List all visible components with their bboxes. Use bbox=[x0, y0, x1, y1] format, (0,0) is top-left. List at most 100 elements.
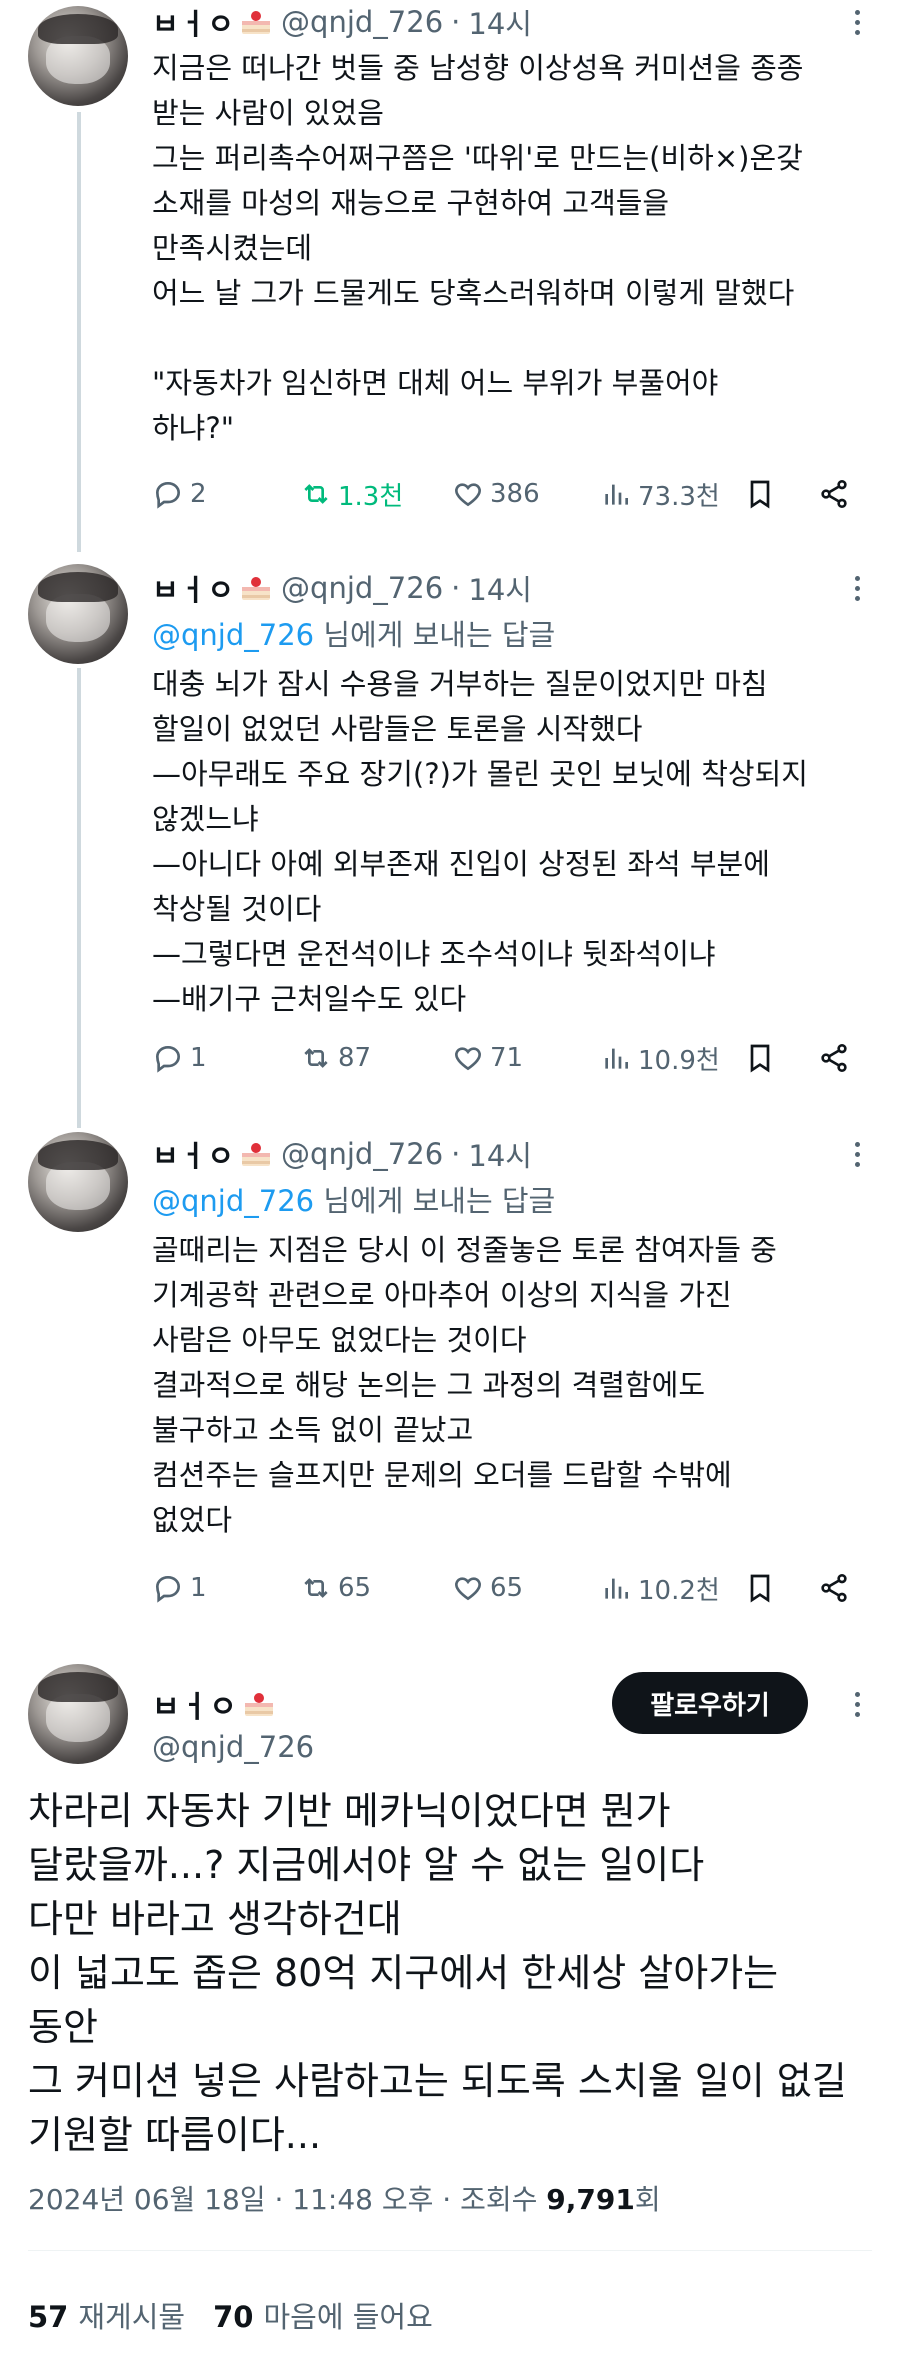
like-count: 65 bbox=[490, 1573, 524, 1603]
share-button[interactable] bbox=[818, 1564, 856, 1612]
tweet-time[interactable]: 14시 bbox=[468, 1, 532, 43]
reposts-stat[interactable]: 57 재게시물 bbox=[28, 2294, 185, 2336]
tweet-3[interactable]: ㅂㅓㅇ @qnjd_726 · 14시 @qnjd_726 님에게 보내는 답글… bbox=[0, 1130, 900, 1650]
share-button[interactable] bbox=[818, 470, 856, 518]
view-count-value: 9,791 bbox=[546, 2183, 635, 2216]
reply-count: 1 bbox=[190, 1573, 207, 1603]
divider bbox=[28, 2250, 872, 2251]
retweet-icon bbox=[304, 1048, 328, 1068]
display-name[interactable]: ㅂㅓㅇ bbox=[152, 1133, 235, 1175]
likes-label: 마음에 들어요 bbox=[263, 2300, 433, 2334]
view-count-suffix: 회 bbox=[634, 2183, 661, 2216]
views-button[interactable]: 73.3천 bbox=[600, 470, 720, 518]
reply-count: 2 bbox=[190, 479, 207, 509]
user-handle[interactable]: @qnjd_726 bbox=[281, 5, 443, 39]
like-count: 386 bbox=[490, 479, 540, 509]
user-handle[interactable]: @qnjd_726 bbox=[281, 1137, 443, 1171]
tweet-time[interactable]: 14시 bbox=[468, 1133, 532, 1175]
reply-button[interactable]: 1 bbox=[152, 1034, 207, 1082]
tweet-2[interactable]: ㅂㅓㅇ @qnjd_726 · 14시 @qnjd_726 님에게 보내는 답글… bbox=[0, 560, 900, 1100]
tweet-meta: 2024년 06월 18일 · 11:48 오후 · 조회수 9,791회 bbox=[28, 2178, 661, 2218]
reply-count: 1 bbox=[190, 1043, 207, 1073]
likes-stat[interactable]: 70 마음에 들어요 bbox=[213, 2294, 433, 2336]
reply-button[interactable]: 2 bbox=[152, 470, 207, 518]
reply-button[interactable]: 1 bbox=[152, 1564, 207, 1612]
main-tweet-text: 차라리 자동차 기반 메카닉이었다면 뭔가 달랐을까...? 지금에서야 알 수… bbox=[28, 1789, 847, 2157]
tweet-actions: 1 65 65 10.2천 bbox=[152, 1564, 857, 1612]
bookmark-icon bbox=[750, 1574, 770, 1603]
likes-count: 70 bbox=[213, 2300, 254, 2334]
retweet-icon bbox=[304, 484, 328, 504]
reply-mention-link[interactable]: @qnjd_726 bbox=[152, 618, 314, 652]
more-options-icon[interactable] bbox=[842, 2, 872, 42]
tweet-header: ㅂㅓㅇ @qnjd_726 · 14시 bbox=[152, 568, 532, 608]
more-options-icon[interactable] bbox=[842, 568, 872, 608]
tweet-1[interactable]: ㅂㅓㅇ @qnjd_726 · 14시 지금은 떠나간 벗들 중 남성향 이상성… bbox=[0, 0, 900, 540]
reply-mention-link[interactable]: @qnjd_726 bbox=[152, 1184, 314, 1218]
view-count: 73.3천 bbox=[638, 481, 720, 512]
bookmark-button[interactable] bbox=[744, 470, 782, 518]
retweet-icon bbox=[304, 1578, 328, 1598]
retweet-button[interactable]: 87 bbox=[300, 1034, 371, 1082]
reply-icon bbox=[155, 1045, 181, 1073]
share-icon bbox=[821, 480, 847, 508]
views-button[interactable]: 10.9천 bbox=[600, 1034, 720, 1082]
cake-emoji-icon bbox=[242, 1143, 271, 1166]
views-chart-icon bbox=[605, 1578, 628, 1599]
tweet-text: 대충 뇌가 잠시 수용을 거부하는 질문이었지만 마침 할일이 없었던 사람들은… bbox=[152, 667, 808, 1016]
like-button[interactable]: 71 bbox=[452, 1034, 523, 1082]
reply-context: @qnjd_726 님에게 보내는 답글 bbox=[152, 1178, 555, 1220]
more-options-icon[interactable] bbox=[842, 1134, 872, 1174]
tweet-time[interactable]: 14시 bbox=[468, 567, 532, 609]
reposts-label: 재게시물 bbox=[78, 2300, 186, 2334]
tweet-header: ㅂㅓㅇ @qnjd_726 · 14시 bbox=[152, 2, 532, 42]
tweet-actions: 1 87 71 10.9천 bbox=[152, 1034, 857, 1082]
reply-context: @qnjd_726 님에게 보내는 답글 bbox=[152, 612, 555, 654]
separator-dot: · bbox=[451, 1137, 461, 1171]
heart-icon bbox=[455, 1577, 481, 1601]
main-display-name-row: ㅂㅓㅇ bbox=[152, 1682, 276, 1726]
user-handle[interactable]: @qnjd_726 bbox=[281, 571, 443, 605]
user-handle[interactable]: @qnjd_726 bbox=[152, 1730, 314, 1764]
display-name[interactable]: ㅂㅓㅇ bbox=[152, 567, 235, 609]
cake-emoji-icon bbox=[242, 11, 271, 34]
bookmark-icon bbox=[750, 1044, 770, 1073]
views-button[interactable]: 10.2천 bbox=[600, 1564, 720, 1612]
retweet-button[interactable]: 1.3천 bbox=[300, 470, 403, 518]
separator-dot: · bbox=[451, 571, 461, 605]
tweet-header: ㅂㅓㅇ @qnjd_726 · 14시 bbox=[152, 1134, 532, 1174]
display-name[interactable]: ㅂㅓㅇ bbox=[152, 1682, 238, 1726]
tweet-text: 골때리는 지점은 당시 이 정줄놓은 토론 참여자들 중 기계공학 관련으로 아… bbox=[152, 1233, 777, 1537]
retweet-count: 65 bbox=[338, 1573, 372, 1603]
avatar[interactable] bbox=[28, 1132, 128, 1232]
share-icon bbox=[821, 1574, 847, 1602]
bookmark-button[interactable] bbox=[744, 1034, 782, 1082]
reply-context-label: 님에게 보내는 답글 bbox=[314, 618, 556, 652]
view-count: 10.9천 bbox=[638, 1045, 720, 1076]
display-name[interactable]: ㅂㅓㅇ bbox=[152, 1, 235, 43]
cake-emoji-icon bbox=[242, 577, 271, 600]
avatar[interactable] bbox=[28, 1664, 128, 1764]
share-button[interactable] bbox=[818, 1034, 856, 1082]
retweet-button[interactable]: 65 bbox=[300, 1564, 371, 1612]
cake-emoji-icon bbox=[244, 1693, 273, 1716]
more-options-icon[interactable] bbox=[842, 1684, 872, 1724]
bookmark-icon bbox=[750, 480, 770, 509]
follow-button[interactable]: 팔로우하기 bbox=[612, 1672, 808, 1734]
engagement-stats: 57 재게시물 70 마음에 들어요 bbox=[28, 2294, 433, 2336]
tweet-timestamp[interactable]: 2024년 06월 18일 · 11:48 오후 · 조회수 bbox=[28, 2183, 546, 2216]
retweet-count: 87 bbox=[338, 1043, 372, 1073]
heart-icon bbox=[455, 1047, 481, 1071]
like-count: 71 bbox=[490, 1043, 524, 1073]
views-chart-icon bbox=[605, 1048, 628, 1069]
retweet-count: 1.3천 bbox=[338, 481, 404, 512]
bookmark-button[interactable] bbox=[744, 1564, 782, 1612]
separator-dot: · bbox=[451, 5, 461, 39]
avatar[interactable] bbox=[28, 564, 128, 664]
view-count: 10.2천 bbox=[638, 1575, 720, 1606]
avatar[interactable] bbox=[28, 6, 128, 106]
like-button[interactable]: 386 bbox=[452, 470, 540, 518]
reposts-count: 57 bbox=[28, 2300, 69, 2334]
like-button[interactable]: 65 bbox=[452, 1564, 523, 1612]
reply-icon bbox=[155, 481, 181, 509]
